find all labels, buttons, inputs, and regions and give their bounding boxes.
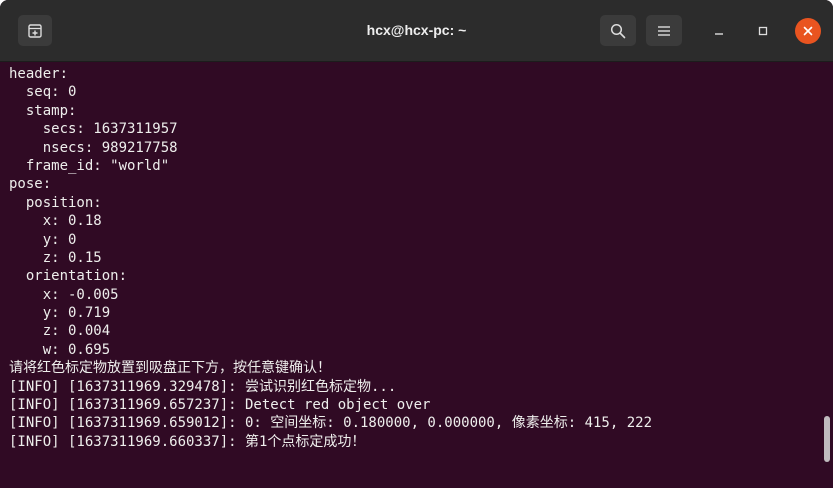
terminal-lines: header: seq: 0 stamp: secs: 1637311957 n… [9, 65, 652, 451]
menu-button[interactable] [646, 15, 682, 46]
minimize-icon [715, 33, 723, 35]
terminal-line: z: 0.15 [9, 249, 102, 266]
terminal-line: [INFO] [1637311969.660337]: 第1个点标定成功！ [9, 433, 366, 450]
minimize-button[interactable] [706, 18, 732, 44]
scrollbar-thumb[interactable] [824, 416, 830, 462]
terminal-line: pose: [9, 176, 52, 193]
terminal-line: position: [9, 194, 102, 211]
new-tab-button[interactable] [18, 15, 52, 46]
terminal-line: seq: 0 [9, 84, 77, 101]
terminal-line: y: 0 [9, 231, 77, 248]
search-icon [610, 23, 626, 38]
terminal-line: [INFO] [1637311969.329478]: 尝试识别红色标定物... [9, 378, 397, 395]
hamburger-menu-icon [658, 25, 670, 36]
terminal-line: [INFO] [1637311969.659012]: 0: 空间坐标: 0.1… [9, 415, 653, 432]
search-button[interactable] [600, 15, 636, 46]
terminal-line: x: 0.18 [9, 213, 102, 230]
terminal-line: frame_id: "world" [9, 157, 170, 174]
terminal-line: y: 0.719 [9, 305, 111, 322]
terminal-line: orientation: [9, 268, 128, 285]
terminal-line: secs: 1637311957 [9, 121, 178, 138]
new-tab-icon [28, 23, 42, 38]
terminal-line: [INFO] [1637311969.657237]: Detect red o… [9, 397, 431, 414]
terminal-line: header: [9, 66, 69, 82]
title-bar[interactable]: hcx@hcx-pc: ~ [0, 0, 833, 62]
terminal-line: x: -0.005 [9, 286, 119, 303]
terminal-line: stamp: [9, 102, 77, 119]
terminal-line: nsecs: 989217758 [9, 139, 178, 156]
terminal-output[interactable]: header: seq: 0 stamp: secs: 1637311957 n… [0, 62, 833, 488]
terminal-window: hcx@hcx-pc: ~ header: seq: 0 stamp: secs… [0, 0, 833, 488]
window-title: hcx@hcx-pc: ~ [366, 22, 467, 38]
close-icon [803, 26, 813, 36]
close-button[interactable] [795, 18, 821, 44]
terminal-line: z: 0.004 [9, 323, 111, 340]
terminal-line: 请将红色标定物放置到吸盘正下方，按任意键确认！ [9, 360, 331, 377]
maximize-button[interactable] [750, 18, 776, 44]
terminal-line: w: 0.695 [9, 341, 111, 358]
maximize-icon [758, 26, 768, 36]
scrollbar[interactable] [821, 62, 833, 488]
